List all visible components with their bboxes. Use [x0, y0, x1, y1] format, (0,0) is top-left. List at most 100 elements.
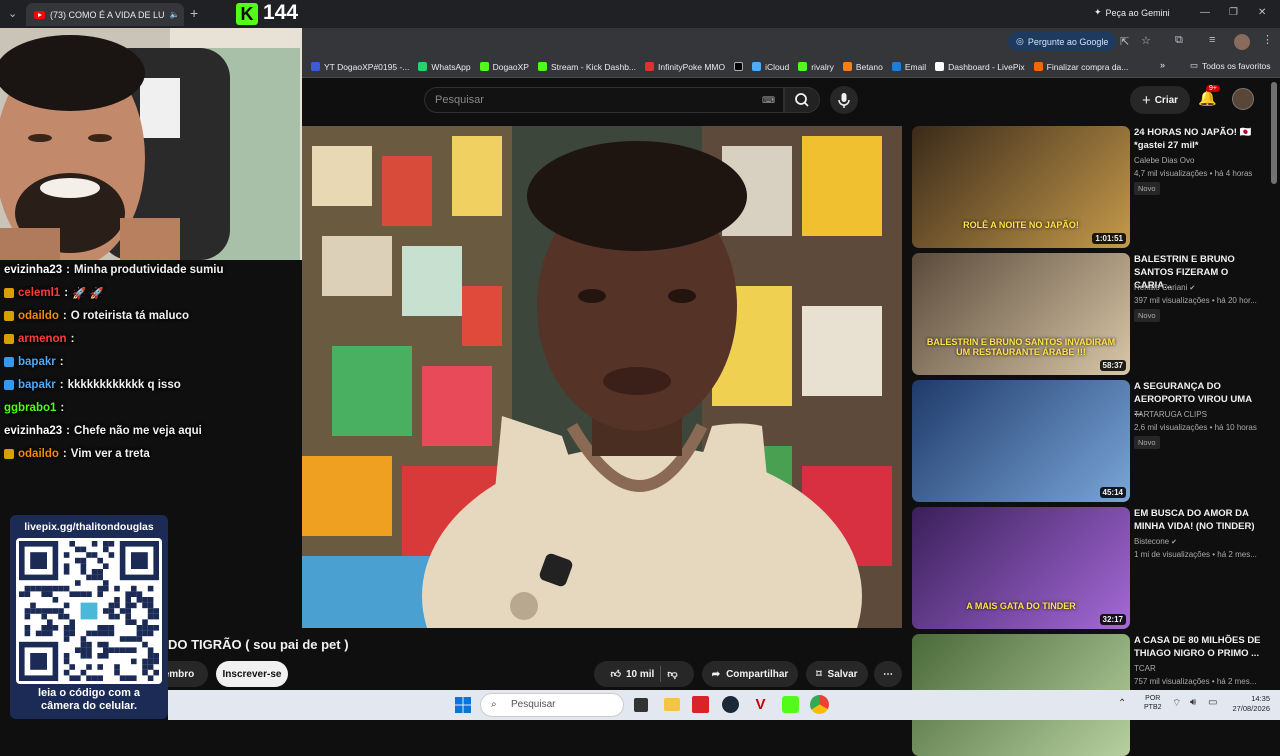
tray-chevron-icon[interactable]: ⌃	[1118, 698, 1126, 709]
chat-badge-icon	[4, 310, 14, 321]
recommended-title[interactable]: 24 HORAS NO JAPÃO! 🇯🇵 *gastei 27 mil*	[1134, 126, 1262, 152]
bookmark-label: Stream - Kick Dashb...	[550, 61, 637, 72]
windows-start-icon[interactable]	[455, 697, 471, 713]
bookmark-favicon-icon	[537, 62, 547, 71]
chat-separator: :	[66, 263, 71, 276]
voice-search-button[interactable]	[830, 86, 858, 114]
qr-code	[16, 538, 162, 684]
video-thumbnail[interactable]: A MAIS GATA DO TINDER 32:17	[912, 507, 1130, 629]
subscribe-button[interactable]: Inscrever-se	[216, 661, 288, 687]
new-tab-icon[interactable]: +	[190, 5, 198, 21]
search-input[interactable]: Pesquisar ⌨	[424, 87, 784, 113]
media-icon[interactable]: ≡	[1209, 34, 1215, 46]
maximize-icon[interactable]: ❐	[1229, 7, 1238, 18]
bookmark-item[interactable]: iCloud	[752, 62, 789, 72]
taskbar-search-input[interactable]: ⌕ Pesquisar	[480, 693, 624, 717]
channel-name: Calebe Dias Ovo	[1134, 156, 1195, 165]
recommended-channel[interactable]: TARTARUGA CLIPS	[1134, 410, 1207, 419]
search-button[interactable]	[784, 87, 820, 113]
file-explorer-icon[interactable]	[664, 698, 680, 711]
chat-message: bapakr: kkkkkkkkkkkk q isso	[0, 373, 300, 396]
dislike-button[interactable]: 👎︎	[667, 668, 677, 680]
like-divider	[660, 666, 662, 682]
video-thumbnail[interactable]: 45:14	[912, 380, 1130, 502]
recommended-channel[interactable]: Calebe Dias Ovo	[1134, 156, 1194, 165]
video-thumbnail[interactable]: ROLÊ A NOITE NO JAPÃO! 1:01:51	[912, 126, 1130, 248]
extensions-icon[interactable]: ⧉	[1175, 34, 1183, 47]
app-red-icon[interactable]	[692, 696, 709, 713]
battery-icon[interactable]: ▭	[1208, 697, 1217, 708]
chat-username: odaildo	[18, 309, 59, 322]
task-view-icon[interactable]	[634, 698, 648, 712]
save-label: Salvar	[827, 668, 858, 680]
tab-search-icon[interactable]: ⌄	[8, 7, 17, 20]
kick-app-icon[interactable]	[782, 696, 799, 713]
speaker-icon[interactable]: 🔈	[170, 10, 180, 19]
recommended-title[interactable]: EM BUSCA DO AMOR DA MINHA VIDA! (NO TIND…	[1134, 507, 1262, 533]
gemini-label: Peça ao Gemini	[1105, 7, 1170, 18]
keyboard-icon[interactable]: ⌨	[762, 88, 775, 112]
bookmark-item[interactable]: rivalry	[798, 62, 834, 72]
member-label: embro	[163, 668, 195, 680]
clock-date: 27/08/2026	[1232, 704, 1270, 713]
more-actions-button[interactable]: ⋯	[874, 661, 902, 687]
thumbnail-caption: ROLÊ A NOITE NO JAPÃO!	[963, 220, 1079, 230]
bookmark-item[interactable]: YT DogaoXP#0195 -...	[311, 62, 409, 72]
recommended-video[interactable]: 45:14 A SEGURANÇA DO AEROPORTO VIROU UMA …	[912, 380, 1272, 502]
recommended-video[interactable]: ROLÊ A NOITE NO JAPÃO! 1:01:51 24 HORAS NO…	[912, 126, 1272, 248]
network-icon[interactable]: ⌔	[1172, 697, 1181, 710]
bookmark-icon: ⌑	[816, 668, 822, 680]
install-icon[interactable]: ⇱	[1120, 35, 1129, 48]
like-button[interactable]: 👍︎ 10 mil	[611, 668, 655, 681]
bookmark-item[interactable]: WhatsApp	[418, 62, 471, 72]
recommended-channel[interactable]: Renato Cariani ✔	[1134, 283, 1195, 292]
chat-username: odaildo	[18, 447, 59, 460]
menu-kebab-icon[interactable]: ⋮	[1262, 33, 1273, 46]
bookmark-item[interactable]: Email	[891, 62, 926, 72]
recommended-video[interactable]: BALESTRIN E BRUNO SANTOS INVADIRAM UM RE…	[912, 253, 1272, 375]
chat-message: armenon:	[0, 327, 300, 350]
language-indicator[interactable]: POR PTB2	[1144, 694, 1162, 712]
plus-icon: +	[1141, 91, 1151, 109]
video-player[interactable]	[302, 126, 902, 628]
duration-badge: 45:14	[1099, 487, 1126, 498]
all-favorites[interactable]: ▭ Todos os favoritos	[1190, 60, 1271, 71]
taskbar-clock[interactable]: 14:35 27/08/2026	[1230, 694, 1270, 714]
chat-message: odaildo: O roteirista tá maluco	[0, 304, 300, 327]
gemini-spark-icon: ✦	[1094, 7, 1102, 17]
video-thumbnail[interactable]: BALESTRIN E BRUNO SANTOS INVADIRAM UM RE…	[912, 253, 1130, 375]
bookmarks-overflow-icon[interactable]: »	[1160, 60, 1165, 70]
bookmark-item[interactable]: Finalizar compra da...	[1033, 62, 1128, 72]
volume-icon[interactable]: 🔊︎	[1190, 697, 1196, 708]
bookmark-item[interactable]: Dashboard - LivePix	[935, 62, 1025, 72]
thumbs-down-icon: 👎︎	[667, 669, 678, 680]
create-button[interactable]: + Criar	[1130, 86, 1190, 114]
bookmark-item[interactable]: Betano	[842, 62, 883, 72]
valorant-icon[interactable]: V	[752, 696, 769, 713]
streamer-webcam	[0, 28, 302, 260]
recommended-video[interactable]: A MAIS GATA DO TINDER 32:17 EM BUSCA DO AM…	[912, 507, 1272, 629]
ask-google-button[interactable]: ◎ Pergunte ao Google	[1008, 32, 1117, 51]
gemini-button[interactable]: ✦ Peça ao Gemini	[1094, 7, 1170, 18]
share-button[interactable]: ➦ Compartilhar	[702, 661, 798, 687]
profile-avatar[interactable]	[1234, 34, 1250, 50]
save-button[interactable]: ⌑ Salvar	[806, 661, 868, 687]
notifications-button[interactable]: 🔔 9+	[1198, 85, 1220, 108]
minimize-icon[interactable]: —	[1200, 7, 1210, 18]
bookmark-star-icon[interactable]: ☆	[1141, 34, 1151, 47]
bookmark-item[interactable]: Stream - Kick Dashb...	[537, 61, 637, 72]
recommended-title[interactable]: A CASA DE 80 MILHÕES DE THIAGO NIGRO O P…	[1134, 634, 1262, 660]
bookmark-item[interactable]	[734, 62, 744, 71]
browser-tab[interactable]: (73) COMO É A VIDA DE LU 🔈 ✕	[26, 3, 184, 26]
bookmark-item[interactable]: InfinityPoke MMO	[645, 62, 725, 72]
recommended-channel[interactable]: TCAR	[1134, 664, 1156, 673]
bookmark-item[interactable]: DogaoXP	[479, 62, 529, 72]
chat-username: celeml1	[18, 286, 61, 299]
chrome-icon[interactable]	[810, 695, 829, 714]
window-close-icon[interactable]: ✕	[1258, 7, 1266, 18]
steam-icon[interactable]	[722, 696, 739, 713]
like-dislike-group: 👍︎ 10 mil 👎︎	[594, 661, 694, 687]
recommended-channel[interactable]: Bistecone ✔	[1134, 537, 1177, 546]
account-avatar[interactable]	[1232, 88, 1254, 110]
new-badge: Novo	[1134, 309, 1160, 322]
